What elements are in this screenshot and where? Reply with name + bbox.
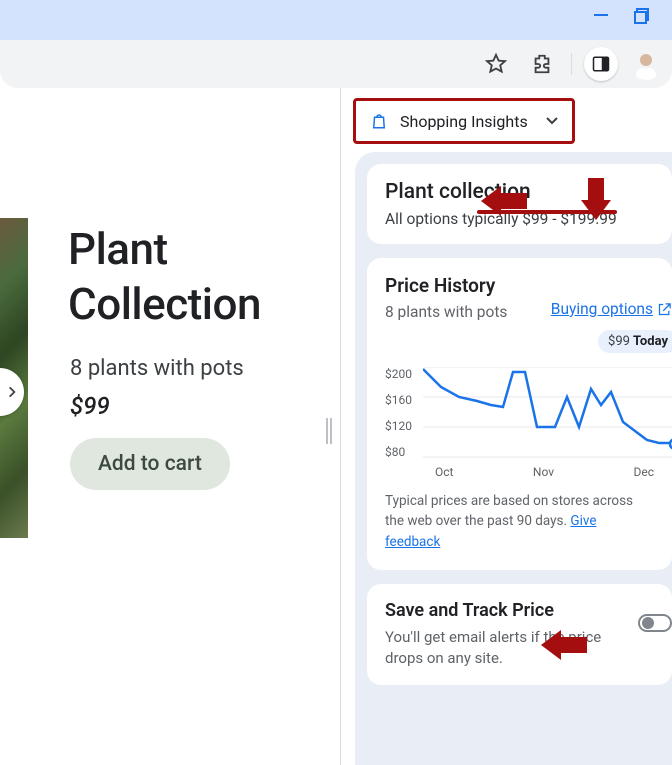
buying-options-link[interactable]: Buying options	[551, 300, 672, 318]
track-title: Save and Track Price	[385, 600, 654, 621]
insights-label: Shopping Insights	[400, 112, 528, 131]
track-toggle[interactable]	[638, 614, 672, 632]
annotation-arrow	[541, 628, 587, 662]
today-price-badge: $99Today	[598, 330, 672, 353]
product-title: Plant Collection	[68, 222, 261, 332]
product-price: $99	[70, 392, 110, 420]
insights-dropdown[interactable]: Shopping Insights	[353, 98, 575, 144]
annotation-arrow	[481, 184, 527, 218]
bookmark-star-icon[interactable]	[479, 47, 513, 81]
window-titlebar	[0, 0, 672, 40]
minimize-button[interactable]	[594, 14, 608, 16]
annotation-arrow	[579, 178, 613, 220]
restore-button[interactable]	[634, 8, 650, 24]
price-history-title: Price History	[385, 274, 654, 297]
chevron-down-icon	[546, 117, 558, 125]
shopping-bag-icon	[370, 111, 388, 131]
extensions-icon[interactable]	[525, 47, 559, 81]
product-subtitle: 8 plants with pots	[70, 356, 244, 381]
price-history-footnote: Typical prices are based on stores acros…	[385, 491, 654, 552]
chevron-right-icon	[5, 385, 19, 399]
price-history-chart: $200 $160 $120 $80 Oct	[385, 367, 654, 477]
toolbar-divider	[571, 53, 572, 75]
track-price-card: Save and Track Price You'll get email al…	[367, 584, 672, 685]
open-external-icon	[657, 302, 672, 317]
shopping-insights-panel: Shopping Insights Plant collection All o…	[340, 88, 672, 765]
panel-resize-handle[interactable]	[326, 418, 334, 444]
browser-toolbar	[0, 40, 672, 88]
profile-avatar[interactable]	[630, 48, 662, 80]
price-history-card: Price History 8 plants with pots Buying …	[367, 258, 672, 570]
side-panel-toggle-icon[interactable]	[584, 47, 618, 81]
add-to-cart-button[interactable]: Add to cart	[70, 438, 230, 490]
